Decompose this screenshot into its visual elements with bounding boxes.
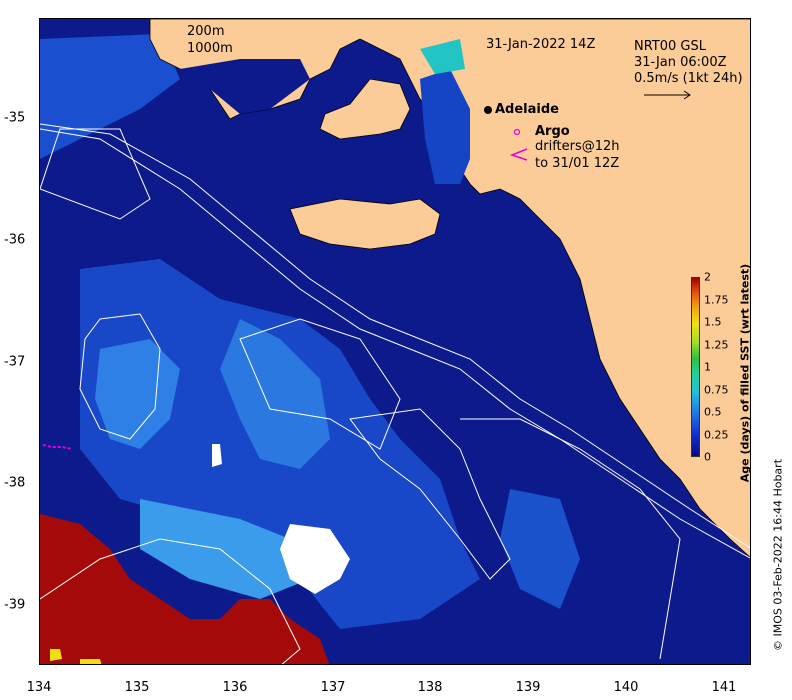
colorbar-tick: 1.25: [704, 338, 729, 352]
colorbar-tick: 0.5: [704, 405, 722, 419]
current-info-line-2: 31-Jan 06:00Z: [634, 55, 727, 70]
adelaide-label: Adelaide: [495, 102, 559, 117]
x-tick: 137: [320, 680, 346, 695]
y-tick: -37: [4, 354, 26, 370]
x-tick: 141: [711, 680, 737, 695]
y-tick: -35: [4, 110, 26, 126]
colorbar-tick: 1.75: [704, 293, 729, 307]
colorbar-tick: 1: [704, 360, 711, 374]
colorbar-tick: 1.5: [704, 315, 722, 329]
sst-age-map: [40, 19, 750, 664]
colorbar-tick: 0.25: [704, 428, 729, 442]
map-area[interactable]: 200m 1000m 31-Jan-2022 14Z NRT00 GSL 31-…: [39, 18, 751, 665]
drifter-label-2: to 31/01 12Z: [535, 156, 620, 171]
contour-label-200m: 200m: [187, 24, 225, 39]
y-tick: -39: [4, 597, 26, 613]
colorbar: [691, 277, 700, 457]
colorbar-label: Age (days) of filled SST (wrt latest): [738, 263, 752, 483]
x-tick: 140: [613, 680, 639, 695]
y-tick: -36: [4, 232, 26, 248]
x-tick: 139: [515, 680, 541, 695]
y-tick: -38: [4, 475, 26, 491]
colorbar-tick: 0: [704, 450, 711, 464]
drifter-label-1: drifters@12h: [535, 139, 620, 154]
argo-label: Argo: [535, 124, 570, 139]
x-tick: 136: [222, 680, 248, 695]
x-tick: 138: [417, 680, 443, 695]
date-label: 31-Jan-2022 14Z: [486, 37, 596, 52]
current-info-line-1: NRT00 GSL: [634, 39, 706, 54]
x-tick: 134: [26, 680, 52, 695]
contour-label-1000m: 1000m: [187, 41, 233, 56]
colorbar-tick: 2: [704, 270, 711, 284]
adelaide-marker: [484, 106, 492, 114]
x-tick: 135: [124, 680, 150, 695]
current-info-line-3: 0.5m/s (1kt 24h): [634, 71, 743, 86]
colorbar-tick: 0.75: [704, 383, 729, 397]
credit-text: © IMOS 03-Feb-2022 16:44 Hobart: [771, 458, 785, 652]
